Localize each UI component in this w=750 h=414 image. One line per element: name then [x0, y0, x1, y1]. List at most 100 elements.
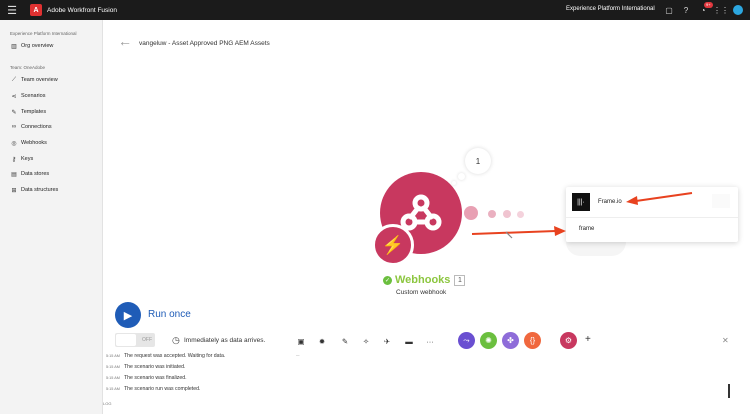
sidebar-item-label: Data stores — [21, 171, 50, 177]
bubble-tail — [458, 173, 465, 180]
log-message: The scenario run was completed. — [124, 386, 201, 392]
log-scrollbar[interactable] — [728, 384, 730, 398]
scheduling-toggle[interactable]: OFF — [115, 333, 155, 347]
check-icon: ✓ — [383, 275, 392, 285]
annotation-arrow-search — [471, 226, 566, 239]
sidebar-item-label: Org overview — [21, 43, 54, 49]
notes-icon[interactable]: ✎ — [340, 336, 350, 346]
text-parser-icon[interactable]: ✺ — [480, 332, 497, 349]
notification-badge: 9+ — [704, 2, 713, 8]
instant-trigger-icon: ⚡ — [372, 224, 414, 266]
org-section-label: Experience Platform International — [10, 31, 77, 36]
toggle-knob — [116, 334, 136, 346]
app-result-label: Frame.io — [598, 199, 622, 205]
sidebar-item-label: Templates — [21, 109, 47, 115]
clock-icon[interactable]: ◷ — [172, 335, 180, 346]
sidebar-item-webhooks[interactable]: ◎ Webhooks — [10, 138, 47, 148]
avatar[interactable] — [733, 5, 743, 15]
link-icon: ∞ — [11, 124, 17, 130]
save-sublabel: — — [296, 353, 300, 357]
building-icon: ▥ — [11, 43, 17, 50]
flow-explain-icon[interactable]: ✈ — [382, 336, 392, 346]
chart-icon: ⟋ — [11, 76, 17, 83]
sidebar-item-keys[interactable]: ⚷ Keys — [10, 154, 33, 164]
more-icon[interactable]: ··· — [425, 336, 435, 346]
auto-align-icon[interactable]: ✧ — [361, 336, 371, 346]
log-message: The request was accepted. Waiting for da… — [124, 353, 226, 359]
org-switcher[interactable]: Experience Platform International — [566, 6, 655, 12]
sidebar-item-scenarios[interactable]: ⋖ Scenarios — [10, 91, 45, 101]
run-once-button[interactable]: ▶ — [115, 302, 141, 328]
help-icon[interactable]: ? — [681, 5, 691, 15]
flow-control-icon[interactable]: ✤ — [502, 332, 519, 349]
menu-icon[interactable]: ☰ — [0, 0, 24, 20]
connector-dot — [488, 210, 496, 218]
log-message: The scenario was finalized. — [124, 375, 187, 381]
sidebar-item-templates[interactable]: ✎ Templates — [10, 107, 46, 117]
add-app-icon[interactable]: + — [585, 334, 591, 345]
sidebar-item-label: Data structures — [21, 187, 59, 193]
sidebar-item-label: Connections — [21, 124, 52, 130]
settings-icon[interactable]: ✹ — [317, 336, 327, 346]
play-icon: ▶ — [123, 309, 133, 322]
sidebar-item-label: Scenarios — [21, 93, 46, 99]
sidebar-item-data-structures[interactable]: ⊞ Data structures — [10, 185, 58, 195]
globe-icon: ◎ — [11, 140, 17, 147]
tools-icon[interactable]: ▬ — [404, 336, 414, 346]
app-title: Adobe Workfront Fusion — [47, 6, 117, 14]
database-icon: ▤ — [11, 171, 17, 178]
sidebar-item-label: Webhooks — [21, 140, 47, 146]
frameio-icon: |||· — [572, 193, 590, 211]
adobe-logo: A — [30, 4, 42, 16]
sidebar-item-team-overview[interactable]: ⟋ Team overview — [10, 75, 58, 85]
log-time: 5:15 AM — [106, 354, 120, 358]
popup-shadow — [566, 242, 626, 256]
top-bar: ☰ A Adobe Workfront Fusion Experience Pl… — [0, 0, 750, 20]
log-time: 5:15 AM — [106, 365, 120, 369]
divider — [566, 217, 738, 218]
sidebar-item-label: Keys — [21, 156, 34, 162]
sidebar-item-org-overview[interactable]: ▥ Org overview — [10, 41, 53, 51]
log-message: The scenario was initiated. — [124, 364, 186, 370]
toggle-label: OFF — [142, 337, 152, 343]
bubble-count[interactable]: 1 — [465, 148, 491, 174]
log-entry: 5:15 AM The scenario was finalized. — [106, 374, 187, 382]
schedule-setting[interactable]: Immediately as data arrives. — [184, 337, 265, 344]
annotation-arrow-frameio — [626, 192, 693, 205]
apps-grid-icon[interactable]: ⋮⋮ — [713, 5, 729, 15]
json-icon[interactable]: {} — [524, 332, 541, 349]
log-entry: 5:15 AM The request was accepted. Waitin… — [106, 352, 225, 360]
sidebar-item-connections[interactable]: ∞ Connections — [10, 122, 52, 132]
connector-dot — [503, 210, 511, 218]
webhooks-app-icon[interactable]: ⚙ — [560, 332, 577, 349]
module-subtitle: Custom webhook — [396, 289, 447, 296]
close-icon[interactable]: ✕ — [722, 336, 729, 345]
log-entry: 5:15 AM The scenario was initiated. — [106, 363, 185, 371]
app-search-input[interactable]: frame — [579, 226, 594, 232]
structure-icon: ⊞ — [11, 187, 17, 194]
log-label[interactable]: LOG — [103, 401, 111, 406]
scenario-title[interactable]: vangeluw - Asset Approved PNG AEM Assets — [139, 40, 270, 47]
tools-app-icon[interactable]: ⤳ — [458, 332, 475, 349]
connector-dot — [517, 211, 524, 218]
share-icon: ⋖ — [11, 93, 17, 100]
log-time: 5:15 AM — [106, 387, 120, 391]
back-arrow-icon[interactable]: ← — [118, 33, 132, 49]
chat-icon[interactable]: ▢ — [664, 5, 674, 15]
module-name: Webhooks — [395, 274, 451, 286]
sidebar: Experience Platform International ▥ Org … — [0, 20, 103, 414]
placeholder-icon — [712, 194, 730, 208]
module-label: ✓ Webhooks 1 — [383, 274, 466, 286]
sidebar-item-label: Team overview — [21, 77, 58, 83]
run-once-label[interactable]: Run once — [148, 309, 191, 320]
save-icon[interactable]: ▣ — [296, 336, 306, 346]
sidebar-item-data-stores[interactable]: ▤ Data stores — [10, 169, 49, 179]
key-icon: ⚷ — [11, 156, 17, 163]
log-entry: 5:15 AM The scenario run was completed. — [106, 385, 200, 393]
puzzle-icon: ✎ — [11, 109, 17, 116]
connector-dot — [464, 206, 478, 220]
module-number: 1 — [454, 274, 466, 286]
team-section-label: Team: OneAdobe — [10, 65, 46, 70]
log-time: 5:15 AM — [106, 376, 120, 380]
bubble-tail — [452, 181, 456, 185]
